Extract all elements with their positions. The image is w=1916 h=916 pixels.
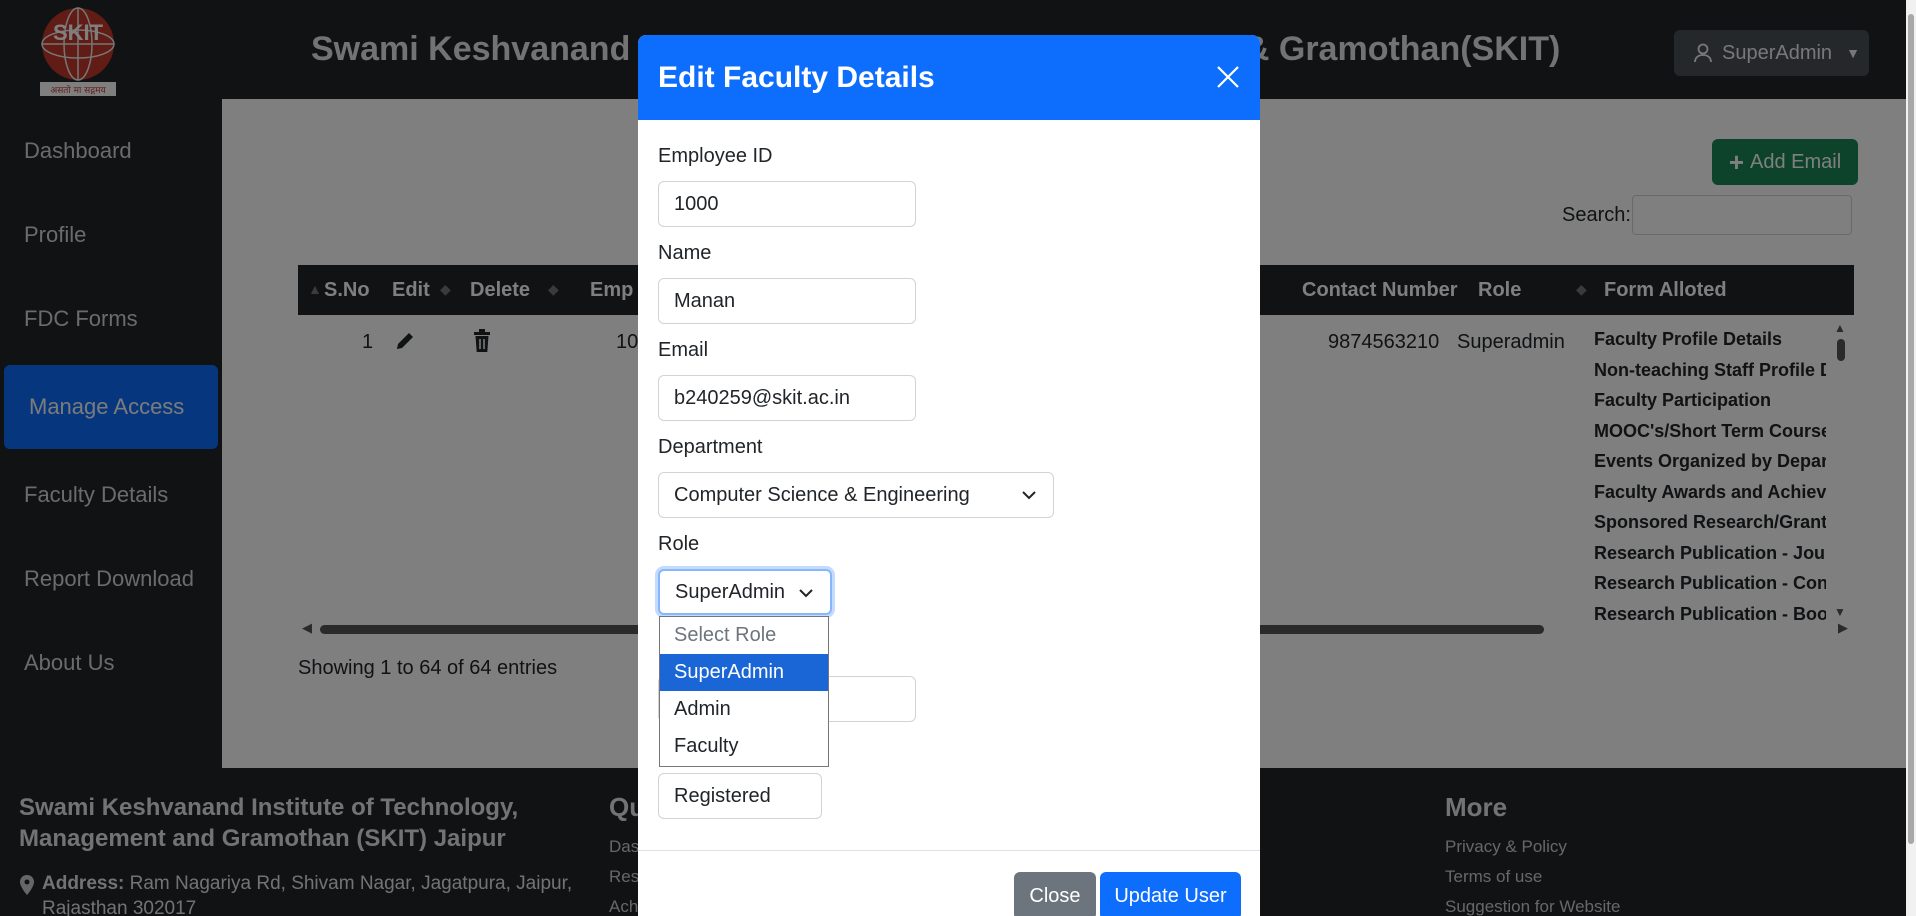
role-option-faculty[interactable]: Faculty [660, 728, 828, 765]
role-option-select-role[interactable]: Select Role [660, 617, 828, 654]
email-input[interactable]: b240259@skit.ac.in [658, 375, 916, 421]
role-option-superadmin[interactable]: SuperAdmin [660, 654, 828, 691]
department-label: Department [658, 436, 763, 458]
modal-footer-divider [638, 850, 1260, 851]
employee-id-value: 1000 [674, 192, 719, 215]
role-label: Role [658, 533, 700, 555]
edit-faculty-modal: Edit Faculty Details Employee ID 1000 Na… [638, 35, 1260, 916]
email-value: b240259@skit.ac.in [674, 386, 850, 409]
name-value: Manan [674, 289, 736, 312]
name-label: Name [658, 242, 712, 264]
role-value: SuperAdmin [675, 580, 786, 603]
scrollbar-thumb[interactable] [1908, 14, 1914, 844]
department-select[interactable]: Computer Science & Engineering [658, 472, 1054, 518]
update-user-button[interactable]: Update User [1100, 872, 1241, 916]
close-button[interactable]: Close [1014, 872, 1096, 916]
modal-title: Edit Faculty Details [658, 61, 935, 94]
status-value: Registered [674, 784, 771, 807]
name-input[interactable]: Manan [658, 278, 916, 324]
chevron-down-icon [1022, 491, 1036, 500]
employee-id-input[interactable]: 1000 [658, 181, 916, 227]
page-scrollbar[interactable] [1906, 0, 1916, 916]
department-value: Computer Science & Engineering [674, 483, 970, 506]
close-icon[interactable] [1216, 65, 1240, 89]
role-dropdown-list: Select Role SuperAdmin Admin Faculty [659, 616, 829, 767]
email-label: Email [658, 339, 709, 361]
modal-header: Edit Faculty Details [638, 35, 1260, 120]
employee-id-label: Employee ID [658, 145, 773, 167]
status-input[interactable]: Registered [658, 773, 822, 819]
role-select[interactable]: SuperAdmin [658, 569, 832, 615]
role-option-admin[interactable]: Admin [660, 691, 828, 728]
chevron-down-icon [799, 589, 813, 598]
